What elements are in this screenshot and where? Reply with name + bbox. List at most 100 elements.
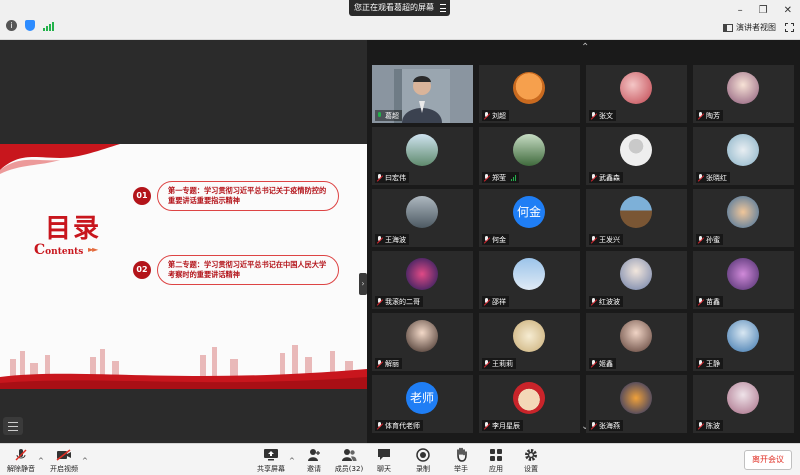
apps-button[interactable]: 应用 <box>477 447 515 474</box>
participant-tile[interactable]: 王发兴 <box>586 189 687 247</box>
mic-muted-icon <box>376 235 383 244</box>
audio-options-caret-icon[interactable]: ^ <box>38 457 44 465</box>
participant-tile[interactable]: 姬鑫 <box>586 313 687 371</box>
participant-name-tag: 苗鑫 <box>696 296 723 307</box>
participants-button[interactable]: 成员(32) <box>330 447 368 474</box>
avatar: 何金 <box>513 196 545 228</box>
participant-tile[interactable]: 邵祥 <box>479 251 580 309</box>
meeting-toolbar: 解除静音 ^ 开启视频 ^ 共享屏幕 ^ 邀请 成员(32) 聊天 录制 举手 … <box>0 443 800 475</box>
settings-label: 设置 <box>524 465 538 473</box>
signal-icon[interactable] <box>43 21 54 31</box>
participant-tile[interactable]: 我滚的二哥 <box>372 251 473 309</box>
topic-item-1: 01 第一专题：学习贯彻习近平总书记关于疫情防控的重要讲话重要指示精神 <box>133 180 339 212</box>
participant-name: 邵祥 <box>492 297 506 306</box>
avatar <box>727 196 759 228</box>
apps-label: 应用 <box>489 465 503 473</box>
minimize-icon[interactable]: – <box>738 5 743 16</box>
participant-tile[interactable]: 张晓红 <box>693 127 794 185</box>
subtitle-cap: C <box>34 242 46 258</box>
avatar <box>513 134 545 166</box>
participant-tile[interactable]: 李月星辰 <box>479 375 580 433</box>
mic-muted-icon <box>483 421 490 430</box>
avatar <box>513 320 545 352</box>
screen-share-banner[interactable]: 您正在观看葛超的屏幕 <box>349 0 450 16</box>
page-up-icon[interactable]: ⌃ <box>581 42 589 53</box>
topic-text: 第二专题：学习贯彻习近平总书记在中国人民大学考察时的重要讲话精神 <box>157 255 339 285</box>
mic-muted-icon <box>483 173 490 182</box>
participant-tile[interactable]: 解丽 <box>372 313 473 371</box>
participant-name: 王发兴 <box>599 235 620 244</box>
participant-name-tag: 刘超 <box>482 110 509 121</box>
share-screen-icon <box>252 447 290 462</box>
avatar: 老师 <box>406 382 438 414</box>
collapse-panel-handle[interactable]: › <box>359 273 367 295</box>
participant-name: 武鑫森 <box>599 173 620 182</box>
chat-icon <box>365 447 403 462</box>
mic-muted-icon <box>376 173 383 182</box>
participant-name: 张晓红 <box>706 173 727 182</box>
participant-name: 孙蜜 <box>706 235 720 244</box>
shield-icon[interactable] <box>25 20 35 31</box>
participant-tile[interactable]: 曰宏伟 <box>372 127 473 185</box>
restore-icon[interactable]: ❐ <box>759 5 768 16</box>
participant-tile[interactable]: 陶芳 <box>693 65 794 123</box>
window-controls: – ❐ ✕ <box>738 5 792 16</box>
info-icon[interactable]: i <box>6 20 17 31</box>
participant-tile[interactable]: 老师 体育代老师 <box>372 375 473 433</box>
participant-name: 红波波 <box>599 297 620 306</box>
participant-name: 王静 <box>706 359 720 368</box>
mic-muted-icon <box>697 111 704 120</box>
video-options-caret-icon[interactable]: ^ <box>82 457 88 465</box>
participant-tile[interactable]: 陈波 <box>693 375 794 433</box>
participant-tile[interactable]: 孙蜜 <box>693 189 794 247</box>
participant-tile[interactable]: 刘超 <box>479 65 580 123</box>
slide-subtitle: Contents <box>34 242 83 258</box>
participant-tile[interactable]: 武鑫森 <box>586 127 687 185</box>
start-video-button[interactable]: 开启视频 <box>45 447 83 474</box>
settings-button[interactable]: 设置 <box>512 447 550 474</box>
participant-tile[interactable]: 葛超 <box>372 65 473 123</box>
participant-name: 陶芳 <box>706 111 720 120</box>
mic-muted-icon <box>376 297 383 306</box>
unmute-button[interactable]: 解除静音 <box>2 447 40 474</box>
participant-tile[interactable]: 王莉莉 <box>479 313 580 371</box>
raise-hand-button[interactable]: 举手 <box>442 447 480 474</box>
chat-button[interactable]: 聊天 <box>365 447 403 474</box>
share-screen-button[interactable]: 共享屏幕 <box>252 447 290 474</box>
list-toggle-icon[interactable] <box>3 417 23 435</box>
arrow-decoration-icon: ►► <box>88 245 98 254</box>
participant-tile[interactable]: 何金 何金 <box>479 189 580 247</box>
raise-hand-label: 举手 <box>454 465 468 473</box>
participant-tile[interactable]: 张海燕 <box>586 375 687 433</box>
participant-tile[interactable]: 张文 <box>586 65 687 123</box>
invite-button[interactable]: 邀请 <box>295 447 333 474</box>
record-button[interactable]: 录制 <box>404 447 442 474</box>
avatar <box>620 196 652 228</box>
avatar <box>620 258 652 290</box>
participant-name-tag: 张晓红 <box>696 172 730 183</box>
menu-icon[interactable] <box>440 4 446 12</box>
participant-name: 曰宏伟 <box>385 173 406 182</box>
close-icon[interactable]: ✕ <box>784 5 792 16</box>
mic-muted-icon <box>590 173 597 182</box>
participant-tile[interactable]: 苗鑫 <box>693 251 794 309</box>
topic-text: 第一专题：学习贯彻习近平总书记关于疫情防控的重要讲话重要指示精神 <box>157 181 339 211</box>
participant-name-tag: 我滚的二哥 <box>375 296 423 307</box>
fullscreen-icon[interactable] <box>785 23 794 32</box>
participant-tile[interactable]: 王海波 <box>372 189 473 247</box>
participant-tile[interactable]: 王静 <box>693 313 794 371</box>
participant-tile[interactable]: 郑莹 <box>479 127 580 185</box>
mic-muted-icon <box>697 359 704 368</box>
mic-muted-icon <box>590 235 597 244</box>
participant-tile[interactable]: 红波波 <box>586 251 687 309</box>
leave-meeting-button[interactable]: 离开会议 <box>744 450 792 470</box>
participant-name: 姬鑫 <box>599 359 613 368</box>
participant-name: 葛超 <box>385 111 399 120</box>
record-label: 录制 <box>416 465 430 473</box>
participant-name-tag: 武鑫森 <box>589 172 623 183</box>
view-switch-button[interactable]: 演讲者视图 <box>723 22 776 33</box>
mic-muted-icon <box>483 235 490 244</box>
shared-screen: 目录 Contents ►► 01 第一专题：学习贯彻习近平总书记关于疫情防控的… <box>0 40 367 443</box>
slide-title: 目录 <box>45 214 102 244</box>
share-options-caret-icon[interactable]: ^ <box>289 457 295 465</box>
